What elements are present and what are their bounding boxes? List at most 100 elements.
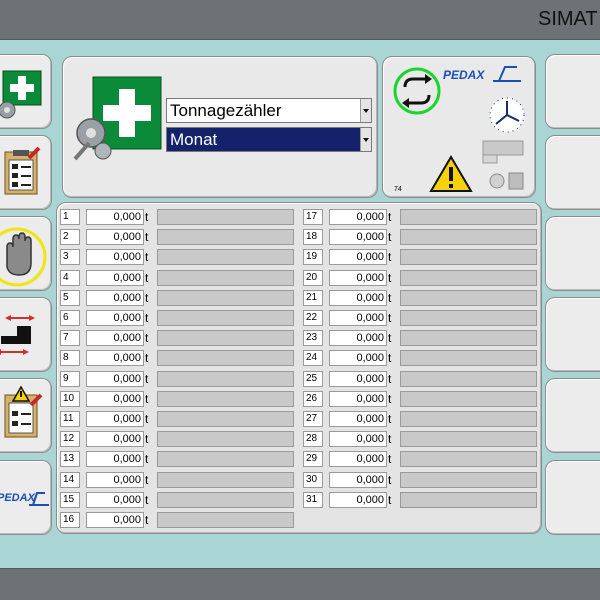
status-icons: PEDAX <box>393 66 525 192</box>
counter-bar <box>400 269 537 286</box>
counter-value-field: 0,000 <box>329 249 387 266</box>
counter-row: 29 0,000 t <box>303 451 543 468</box>
counter-row: 30 0,000 t <box>303 471 543 489</box>
counter-bar <box>400 390 537 407</box>
counter-type-dropdown[interactable]: Tonnagezähler <box>166 98 372 123</box>
checklist-pencil-icon <box>4 146 41 195</box>
screen-number: 74 <box>394 186 402 193</box>
right-function-button-5[interactable] <box>545 378 600 453</box>
counter-row: 22 0,000 t <box>303 310 543 327</box>
counter-unit: t <box>145 472 149 487</box>
first-aid-settings-button[interactable] <box>0 54 52 129</box>
counter-value-field: 0,000 <box>329 209 387 225</box>
counter-unit: t <box>388 472 392 487</box>
counter-number: 12 <box>60 431 80 448</box>
counter-row: 6 0,000 t <box>60 310 300 327</box>
counter-row: 2 0,000 t <box>60 229 300 246</box>
counter-bar <box>400 411 537 427</box>
pedax-logo-icon: PEDAX <box>0 492 49 506</box>
counter-bar <box>400 310 537 326</box>
counter-number: 29 <box>303 451 323 468</box>
counter-unit: t <box>145 492 149 507</box>
counter-row: 5 0,000 t <box>60 289 300 307</box>
stop-position-button[interactable] <box>0 297 52 372</box>
pedax-info-button[interactable]: PEDAX <box>0 460 52 535</box>
counter-unit: t <box>145 371 149 386</box>
counter-row: 1 0,000 t <box>60 209 300 226</box>
period-dropdown[interactable]: Monat <box>166 127 372 152</box>
counter-unit: t <box>388 210 392 224</box>
right-function-button-4[interactable] <box>545 297 600 372</box>
right-function-button-6[interactable] <box>545 460 600 535</box>
counter-number: 19 <box>303 249 323 266</box>
counter-value-field: 0,000 <box>86 491 144 508</box>
counter-row: 13 0,000 t <box>60 451 300 468</box>
counter-value-field: 0,000 <box>86 209 144 225</box>
counter-bar <box>157 411 294 427</box>
counter-value-field: 0,000 <box>329 390 387 407</box>
counter-row: 8 0,000 t <box>60 350 300 367</box>
counter-bar <box>157 390 294 407</box>
counter-unit: t <box>145 412 149 426</box>
counter-number: 18 <box>303 229 323 246</box>
counter-bar <box>400 370 537 387</box>
counter-unit: t <box>145 452 149 467</box>
counter-bar <box>157 491 294 508</box>
counter-value-field: 0,000 <box>329 431 387 448</box>
counter-number: 8 <box>60 350 80 367</box>
pedax-logo-icon: PEDAX <box>443 66 521 82</box>
hand-icon <box>0 227 47 287</box>
counter-unit: t <box>388 311 392 325</box>
chevron-down-icon[interactable] <box>360 99 371 122</box>
window-brand: SIMAT <box>538 8 598 30</box>
counter-unit: t <box>145 513 149 527</box>
counter-unit: t <box>388 391 392 406</box>
counter-number: 28 <box>303 431 323 448</box>
counter-number: 17 <box>303 209 323 225</box>
counter-unit: t <box>388 270 392 285</box>
counter-row: 21 0,000 t <box>303 289 543 307</box>
counter-unit: t <box>388 412 392 426</box>
refresh-cycle-icon[interactable] <box>393 67 441 115</box>
machine-parts-icon <box>482 140 524 190</box>
counter-bar <box>157 431 294 448</box>
counter-unit: t <box>388 290 392 305</box>
counter-number: 23 <box>303 330 323 347</box>
svg-text:PEDAX: PEDAX <box>0 492 36 504</box>
right-function-button-2[interactable] <box>545 135 600 210</box>
counter-bar <box>400 350 537 367</box>
counter-value-field: 0,000 <box>86 471 144 488</box>
counter-number: 2 <box>60 229 80 246</box>
counter-row: 31 0,000 t <box>303 491 543 509</box>
title-bar: SIMAT <box>0 0 600 40</box>
counter-bar <box>400 249 537 266</box>
right-function-button-1[interactable] <box>545 54 600 129</box>
counter-unit: t <box>145 230 149 245</box>
counter-bar <box>157 269 294 286</box>
counter-row: 28 0,000 t <box>303 431 543 448</box>
warning-checklist-icon <box>4 385 43 438</box>
first-aid-gear-icon <box>0 70 42 119</box>
counter-number: 6 <box>60 310 80 326</box>
counter-number: 20 <box>303 269 323 286</box>
counter-unit: t <box>388 452 392 467</box>
counter-value-field: 0,000 <box>86 350 144 367</box>
counter-value-field: 0,000 <box>86 310 144 326</box>
right-function-button-3[interactable] <box>545 216 600 291</box>
manual-mode-button[interactable] <box>0 216 52 291</box>
counter-unit: t <box>145 311 149 325</box>
counter-value-field: 0,000 <box>86 451 144 468</box>
counter-value-field: 0,000 <box>329 229 387 246</box>
counter-unit: t <box>388 492 392 507</box>
counter-row: 9 0,000 t <box>60 370 300 388</box>
counter-value-field: 0,000 <box>329 411 387 427</box>
counter-value-field: 0,000 <box>86 330 144 347</box>
counter-number: 15 <box>60 491 80 508</box>
warning-checklist-button[interactable] <box>0 378 52 453</box>
chevron-down-icon[interactable] <box>360 128 371 151</box>
counter-value-field: 0,000 <box>329 330 387 347</box>
counter-bar <box>157 350 294 367</box>
counter-bar <box>157 451 294 468</box>
checklist-edit-button[interactable] <box>0 135 52 210</box>
counter-row: 24 0,000 t <box>303 350 543 367</box>
